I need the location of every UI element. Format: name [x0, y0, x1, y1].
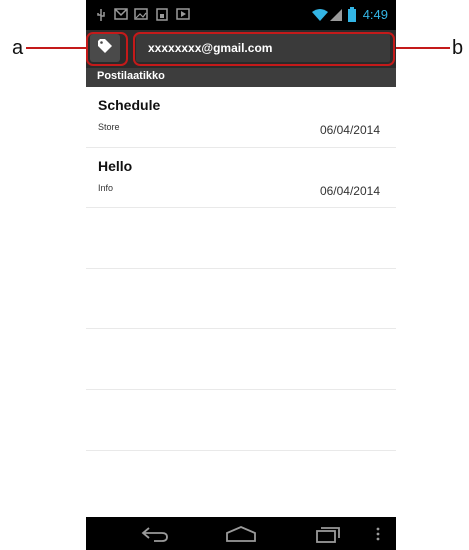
list-divider: [86, 207, 396, 208]
callout-line-b: [394, 47, 450, 49]
media-icon: [176, 8, 190, 23]
callout-letter-a: a: [12, 37, 24, 59]
overflow-menu-icon[interactable]: [376, 527, 380, 546]
message-sender: Store: [98, 122, 120, 132]
callout-box-b: [133, 32, 395, 66]
wifi-icon: [312, 9, 328, 24]
status-bar: 4:49: [86, 0, 396, 30]
phone-screen: 4:49 xxxxxxxx@gmail.com Postilaatikko Sc…: [86, 0, 396, 550]
recent-apps-icon[interactable]: [314, 525, 342, 548]
annotated-screenshot: a b 4:49 xxxxxxxx@gmail.com Postilaatikk…: [0, 0, 469, 550]
back-icon[interactable]: [140, 525, 170, 548]
message-subject: Schedule: [98, 97, 161, 113]
list-divider: [86, 328, 396, 329]
callout-letter-b: b: [452, 37, 464, 59]
folder-header: Postilaatikko: [86, 68, 396, 87]
folder-title: Postilaatikko: [97, 70, 165, 82]
usb-icon: [96, 8, 106, 25]
message-date: 06/04/2014: [319, 184, 380, 198]
message-sender: Info: [98, 183, 114, 193]
list-divider: [86, 268, 396, 269]
status-time: 4:49: [362, 7, 388, 22]
image-icon: [134, 8, 148, 23]
battery-icon: [348, 7, 356, 25]
sd-card-icon: [156, 8, 168, 24]
message-row-hello[interactable]: Hello Info 06/04/2014: [86, 148, 396, 208]
list-divider: [86, 450, 396, 451]
home-icon[interactable]: [225, 525, 257, 548]
gmail-notification-icon: [114, 8, 128, 23]
callout-box-a: [86, 32, 128, 66]
navigation-bar: [86, 517, 396, 550]
message-date: 06/04/2014: [319, 123, 380, 137]
signal-icon: [330, 9, 342, 24]
callout-line-a: [26, 47, 86, 49]
message-subject: Hello: [98, 158, 133, 174]
list-divider: [86, 389, 396, 390]
message-row-schedule[interactable]: Schedule Store 06/04/2014: [86, 87, 396, 147]
